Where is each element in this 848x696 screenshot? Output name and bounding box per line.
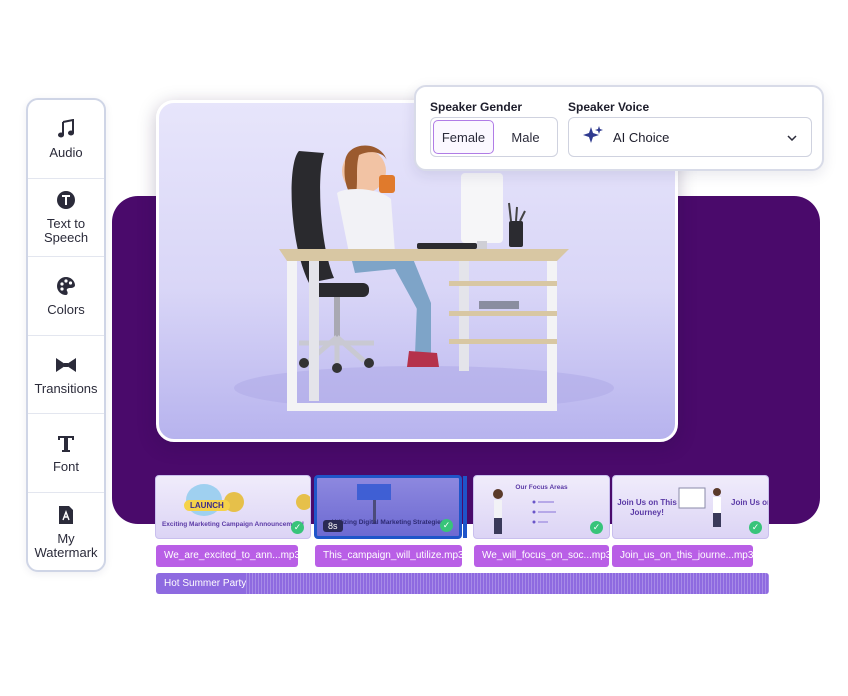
palette-icon xyxy=(55,275,77,297)
timeline-clip[interactable]: LAUNCH Exciting Marketing Campaign Annou… xyxy=(155,475,311,539)
bowtie-icon xyxy=(55,354,77,376)
toolbar-item-audio[interactable]: Audio xyxy=(28,100,104,179)
toolbar-label: Font xyxy=(52,459,79,475)
toolbar-item-my-watermark[interactable]: My Watermark xyxy=(28,493,104,570)
chevron-down-icon xyxy=(787,128,797,146)
music-note-icon xyxy=(55,118,77,140)
launch-rocket-illustration xyxy=(186,484,310,516)
trim-handle[interactable] xyxy=(463,476,467,538)
timeline-clip-selected[interactable]: Utilizing Digital Marketing Strategies 8… xyxy=(314,475,462,539)
toolbar-label: Colors xyxy=(47,301,85,317)
speaker-settings-panel: Speaker Gender Speaker Voice Female Male… xyxy=(414,85,824,171)
timeline-clip[interactable]: Join Us on This Journey! Join Us on This… xyxy=(612,475,769,539)
audio-waveform xyxy=(246,573,769,594)
gender-option-female[interactable]: Female xyxy=(433,120,494,154)
speaker-gender-heading: Speaker Gender xyxy=(430,100,523,114)
clip-caption: Our Focus Areas xyxy=(515,484,568,491)
toolbar-item-colors[interactable]: Colors xyxy=(28,257,104,336)
check-icon: ✓ xyxy=(440,519,453,532)
text-to-speech-icon xyxy=(55,189,77,211)
audio-track[interactable]: This_campaign_will_utilize.mp3 xyxy=(315,545,462,567)
audio-track[interactable]: We_are_excited_to_ann...mp3 xyxy=(156,545,298,567)
speaker-voice-value: AI Choice xyxy=(613,129,670,145)
document-a-icon xyxy=(55,504,77,526)
timeline-clip[interactable]: Our Focus Areas ✓ xyxy=(473,475,610,539)
check-icon: ✓ xyxy=(749,521,762,534)
toolbar-label: Audio xyxy=(49,144,83,160)
left-toolbar: Audio Text to Speech Colors Transitions … xyxy=(26,98,106,572)
check-icon: ✓ xyxy=(291,521,304,534)
clip-caption: Exciting Marketing Campaign Announcement… xyxy=(161,521,305,528)
clip-caption: Join Us on This Journey! xyxy=(617,498,677,517)
audio-track[interactable]: Join_us_on_this_journe...mp3 xyxy=(612,545,753,567)
check-icon: ✓ xyxy=(590,521,603,534)
toolbar-item-transitions[interactable]: Transitions xyxy=(28,336,104,415)
font-t-icon xyxy=(55,432,77,454)
toolbar-label: My Watermark xyxy=(34,531,98,561)
toolbar-label: Text to Speech xyxy=(43,216,89,246)
speaker-voice-select[interactable]: AI Choice xyxy=(568,117,812,157)
sparkle-icon xyxy=(583,125,603,150)
clip-caption-repeat: Join Us on This Journey! xyxy=(731,498,768,507)
toolbar-label: Transitions xyxy=(34,380,98,396)
music-track-label: Hot Summer Party xyxy=(164,578,247,589)
music-track[interactable]: Hot Summer Party xyxy=(156,573,769,594)
toolbar-item-font[interactable]: Font xyxy=(28,414,104,493)
toolbar-item-text-to-speech[interactable]: Text to Speech xyxy=(28,179,104,258)
audio-track[interactable]: We_will_focus_on_soc...mp3 xyxy=(474,545,609,567)
gender-option-male[interactable]: Male xyxy=(496,120,555,154)
clip-duration: 8s xyxy=(323,520,343,532)
speaker-gender-toggle: Female Male xyxy=(430,117,558,157)
launch-badge: LAUNCH xyxy=(184,500,230,511)
speaker-voice-heading: Speaker Voice xyxy=(568,100,650,114)
